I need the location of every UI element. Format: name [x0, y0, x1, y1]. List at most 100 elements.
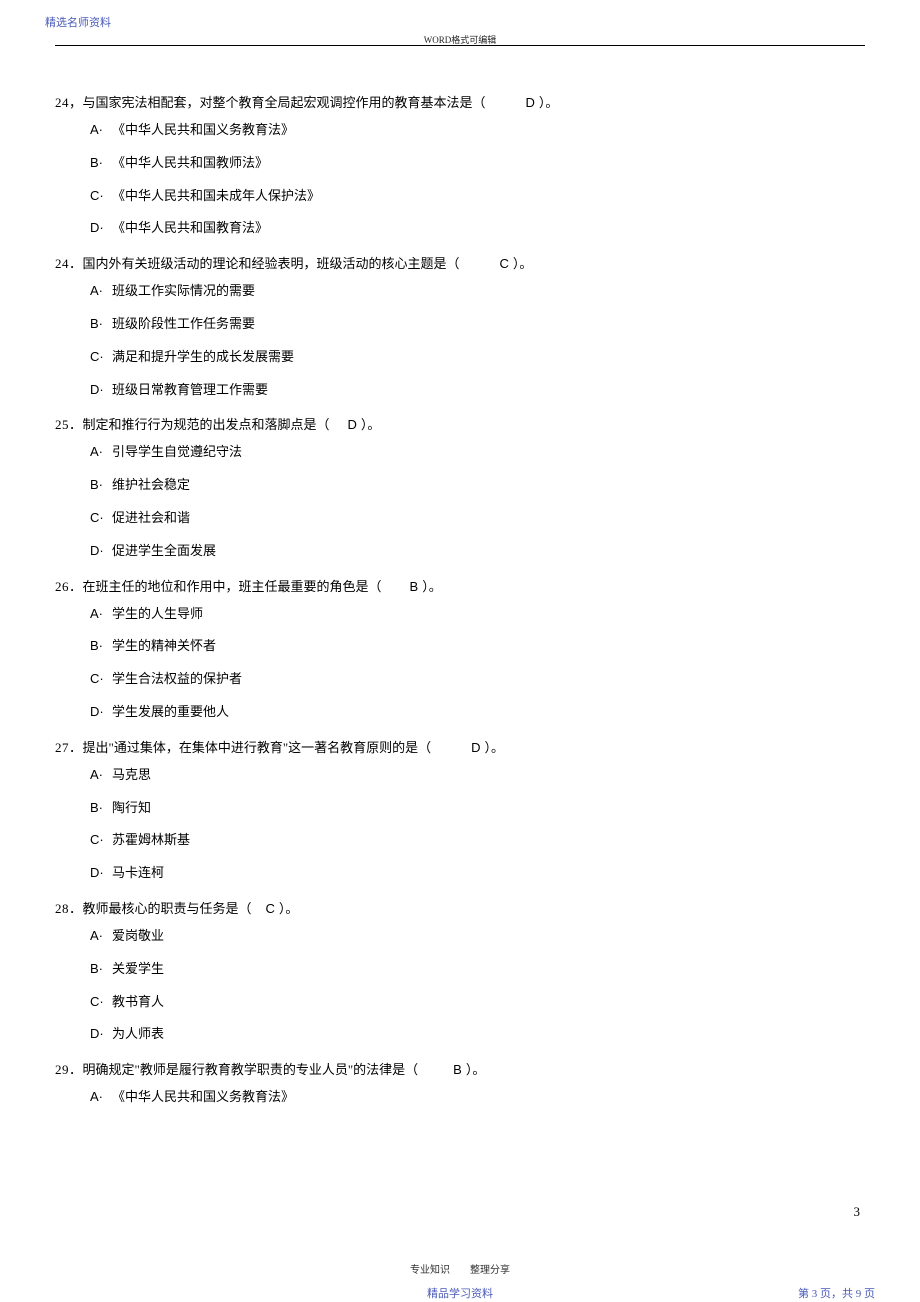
option-label: D·: [90, 863, 112, 884]
option-label: D·: [90, 218, 112, 239]
question-tail: ）。: [466, 1062, 486, 1077]
option-text: 引导学生自觉遵纪守法: [112, 444, 242, 459]
question-text: 制定和推行行为规范的出发点和落脚点是（: [83, 417, 330, 432]
options-list: A·马克思 B·陶行知 C·苏霍姆林斯基 D·马卡连柯: [55, 765, 865, 884]
option-text: 班级工作实际情况的需要: [112, 283, 255, 298]
question-tail: ）。: [422, 579, 442, 594]
answer-letter: C: [500, 251, 509, 277]
answer-letter: D: [526, 90, 535, 116]
options-list: A·引导学生自觉遵纪守法 B·维护社会稳定 C·促进社会和谐 D·促进学生全面发…: [55, 442, 865, 561]
option-label: B·: [90, 475, 112, 496]
option-item: D·学生发展的重要他人: [90, 702, 865, 723]
option-item: A·马克思: [90, 765, 865, 786]
option-label: A·: [90, 442, 112, 463]
option-label: D·: [90, 1024, 112, 1045]
option-label: C·: [90, 508, 112, 529]
option-label: A·: [90, 1087, 112, 1108]
option-item: A·《中华人民共和国义务教育法》: [90, 1087, 865, 1108]
option-text: 促进学生全面发展: [112, 543, 216, 558]
answer-letter: D: [471, 735, 480, 761]
options-list: A·《中华人民共和国义务教育法》: [55, 1087, 865, 1108]
question-block: 28．教师最核心的职责与任务是（ C ）。 A·爱岗敬业 B·关爱学生 C·教书育人…: [55, 896, 865, 1045]
option-label: A·: [90, 765, 112, 786]
question-block: 25．制定和推行行为规范的出发点和落脚点是（D）。 A·引导学生自觉遵纪守法 B…: [55, 412, 865, 561]
question-tail: ）。: [279, 901, 299, 916]
option-item: A·班级工作实际情况的需要: [90, 281, 865, 302]
question-block: 29．明确规定"教师是履行教育教学职责的专业人员"的法律是（ B ）。 A·《中华人…: [55, 1057, 865, 1108]
option-item: B·关爱学生: [90, 959, 865, 980]
question-block: 24，与国家宪法相配套，对整个教育全局起宏观调控作用的教育基本法是（ D ）。 A·…: [55, 90, 865, 239]
question-number: 24．: [55, 251, 83, 277]
question-number: 25．: [55, 412, 83, 438]
answer-letter: C: [266, 896, 275, 922]
option-item: D·促进学生全面发展: [90, 541, 865, 562]
answer-letter: B: [410, 574, 419, 600]
options-list: A·《中华人民共和国义务教育法》 B·《中华人民共和国教师法》 C·《中华人民共…: [55, 120, 865, 239]
option-item: C·苏霍姆林斯基: [90, 830, 865, 851]
option-text: 《中华人民共和国未成年人保护法》: [112, 188, 320, 203]
footer-line-1: 专业知识 整理分享: [0, 1261, 920, 1276]
option-text: 《中华人民共和国教师法》: [112, 155, 268, 170]
question-number: 28．: [55, 896, 83, 922]
option-label: B·: [90, 959, 112, 980]
question-stem: 24，与国家宪法相配套，对整个教育全局起宏观调控作用的教育基本法是（ D ）。: [55, 90, 865, 116]
question-text: 教师最核心的职责与任务是（: [83, 901, 252, 916]
footer-line-2: 精品学习资料: [0, 1285, 920, 1301]
option-text: 学生发展的重要他人: [112, 704, 229, 719]
option-item: A·爱岗敬业: [90, 926, 865, 947]
option-label: B·: [90, 798, 112, 819]
options-list: A·爱岗敬业 B·关爱学生 C·教书育人 D·为人师表: [55, 926, 865, 1045]
question-number: 26．: [55, 574, 83, 600]
option-text: 促进社会和谐: [112, 510, 190, 525]
option-text: 学生合法权益的保护者: [112, 671, 242, 686]
option-text: 马克思: [112, 767, 151, 782]
question-text: 提出"通过集体，在集体中进行教育"这一著名教育原则的是（: [83, 740, 432, 755]
option-text: 满足和提升学生的成长发展需要: [112, 349, 294, 364]
question-tail: ）。: [539, 95, 559, 110]
question-stem: 29．明确规定"教师是履行教育教学职责的专业人员"的法律是（ B ）。: [55, 1057, 865, 1083]
option-text: 班级阶段性工作任务需要: [112, 316, 255, 331]
answer-letter: B: [453, 1057, 462, 1083]
option-label: C·: [90, 347, 112, 368]
option-label: B·: [90, 153, 112, 174]
option-text: 教书育人: [112, 994, 164, 1009]
option-item: D·班级日常教育管理工作需要: [90, 380, 865, 401]
question-text: 在班主任的地位和作用中，班主任最重要的角色是（: [83, 579, 382, 594]
option-text: 马卡连柯: [112, 865, 164, 880]
option-text: 维护社会稳定: [112, 477, 190, 492]
option-text: 《中华人民共和国教育法》: [112, 220, 268, 235]
option-item: A·学生的人生导师: [90, 604, 865, 625]
question-block: 26．在班主任的地位和作用中，班主任最重要的角色是（ B）。 A·学生的人生导师 …: [55, 574, 865, 723]
option-item: C·教书育人: [90, 992, 865, 1013]
option-text: 《中华人民共和国义务教育法》: [112, 1089, 294, 1104]
footer-page-label: 第 3 页，共 9 页: [798, 1285, 875, 1301]
option-label: D·: [90, 702, 112, 723]
question-tail: ）。: [485, 740, 505, 755]
option-item: A·引导学生自觉遵纪守法: [90, 442, 865, 463]
question-text: 与国家宪法相配套，对整个教育全局起宏观调控作用的教育基本法是（: [83, 95, 486, 110]
question-number: 29．: [55, 1057, 83, 1083]
option-text: 为人师表: [112, 1026, 164, 1041]
question-number: 24，: [55, 90, 83, 116]
question-tail: ）。: [513, 256, 533, 271]
option-text: 爱岗敬业: [112, 928, 164, 943]
option-text: 关爱学生: [112, 961, 164, 976]
option-label: D·: [90, 541, 112, 562]
question-number: 27．: [55, 735, 83, 761]
option-text: 《中华人民共和国义务教育法》: [112, 122, 294, 137]
header-rule: [55, 45, 865, 46]
question-stem: 27．提出"通过集体，在集体中进行教育"这一著名教育原则的是（ D ）。: [55, 735, 865, 761]
option-item: C·促进社会和谐: [90, 508, 865, 529]
option-text: 苏霍姆林斯基: [112, 832, 190, 847]
option-item: D·为人师表: [90, 1024, 865, 1045]
question-text: 明确规定"教师是履行教育教学职责的专业人员"的法律是（: [83, 1062, 419, 1077]
option-label: A·: [90, 120, 112, 141]
options-list: A·学生的人生导师 B·学生的精神关怀者 C·学生合法权益的保护者 D·学生发展…: [55, 604, 865, 723]
answer-letter: D: [348, 412, 357, 438]
option-text: 陶行知: [112, 800, 151, 815]
option-label: C·: [90, 669, 112, 690]
question-stem: 24．国内外有关班级活动的理论和经验表明，班级活动的核心主题是（C）。: [55, 251, 865, 277]
option-label: C·: [90, 992, 112, 1013]
option-item: B·学生的精神关怀者: [90, 636, 865, 657]
option-item: B·《中华人民共和国教师法》: [90, 153, 865, 174]
